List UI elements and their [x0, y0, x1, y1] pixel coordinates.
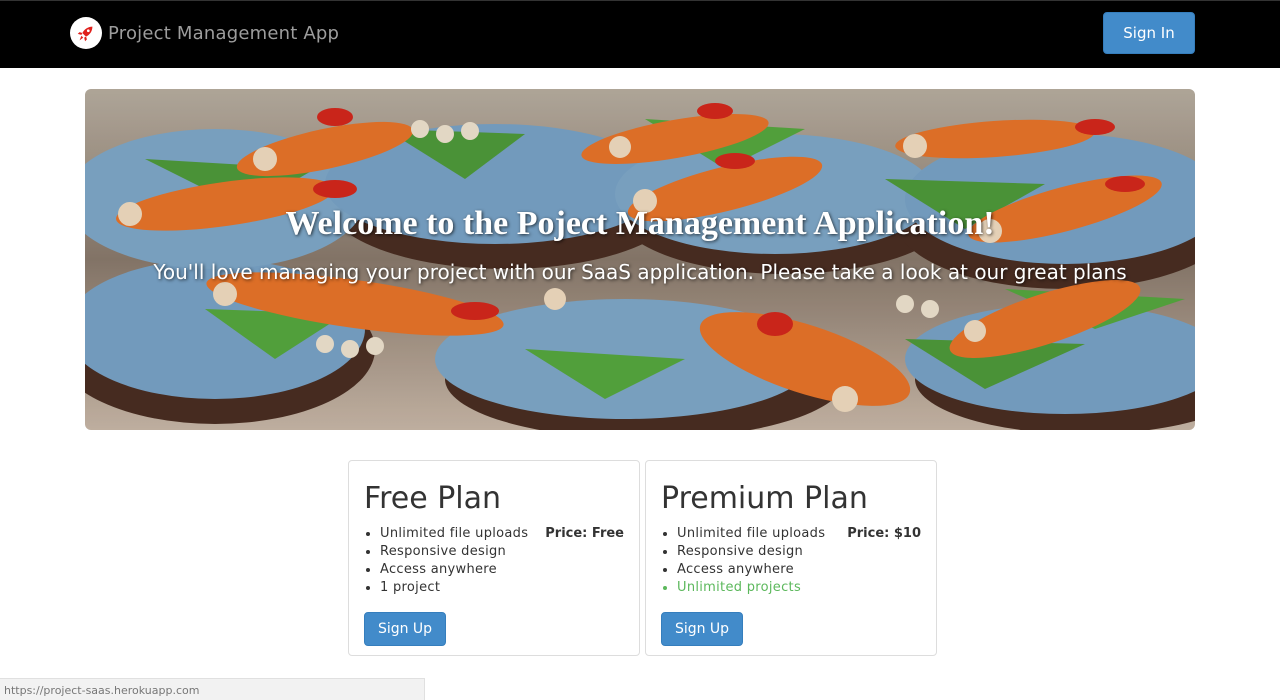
- brand-title: Project Management App: [108, 22, 340, 44]
- list-item: Unlimited file uploads: [380, 525, 528, 543]
- list-item: 1 project: [380, 579, 528, 597]
- browser-status-bar: https://project-saas.herokuapp.com: [0, 678, 425, 700]
- rocket-icon: [70, 17, 102, 49]
- list-item: Responsive design: [677, 543, 825, 561]
- free-plan-signup-button[interactable]: Sign Up: [364, 612, 446, 646]
- list-item: Access anywhere: [677, 561, 825, 579]
- list-item: Unlimited projects: [677, 579, 825, 597]
- top-navbar: Project Management App Sign In: [0, 0, 1280, 68]
- hero-title: Welcome to the Poject Management Applica…: [285, 205, 995, 242]
- plan-price: Price: Free: [545, 526, 624, 541]
- plan-price: Price: $10: [847, 526, 921, 541]
- brand-link[interactable]: Project Management App: [70, 17, 339, 49]
- premium-plan-signup-button[interactable]: Sign Up: [661, 612, 743, 646]
- sign-in-button[interactable]: Sign In: [1103, 12, 1195, 54]
- hero-subtitle: You'll love managing your project with o…: [153, 260, 1127, 284]
- plan-title: Free Plan: [364, 481, 502, 516]
- plan-features-list: Unlimited file uploads Responsive design…: [380, 525, 528, 597]
- plan-features-list: Unlimited file uploads Responsive design…: [677, 525, 825, 597]
- list-item: Unlimited file uploads: [677, 525, 825, 543]
- list-item: Access anywhere: [380, 561, 528, 579]
- premium-plan-card: Premium Plan Unlimited file uploads Resp…: [645, 460, 937, 656]
- plan-title: Premium Plan: [661, 481, 868, 516]
- free-plan-card: Free Plan Unlimited file uploads Respons…: [348, 460, 640, 656]
- list-item: Responsive design: [380, 543, 528, 561]
